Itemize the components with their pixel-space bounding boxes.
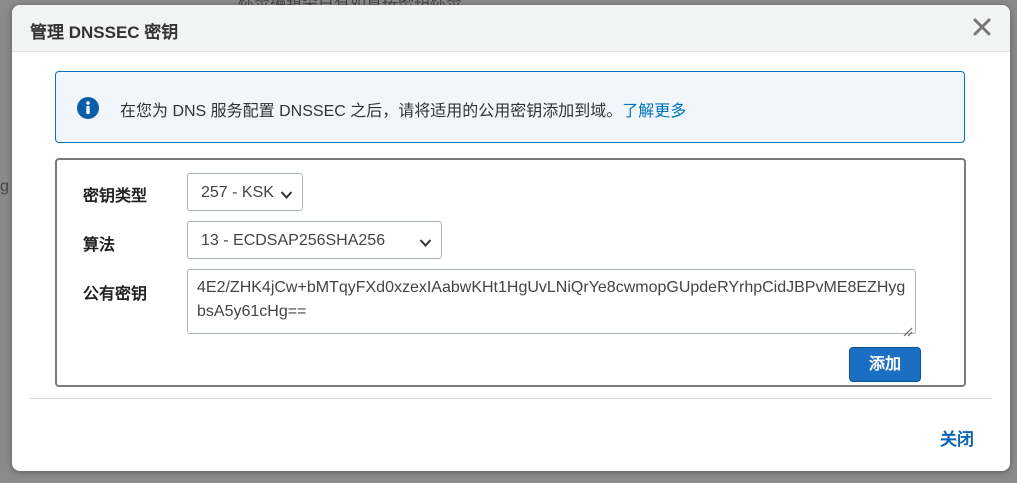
key-type-value: 257 - KSK [201, 184, 274, 201]
key-type-select[interactable]: 257 - KSK [187, 173, 303, 211]
key-type-label: 密钥类型 [83, 188, 148, 205]
algorithm-value: 13 - ECDSAP256SHA256 [201, 232, 386, 249]
learn-more-link[interactable]: 了解更多 [622, 103, 686, 120]
info-alert: 在您为 DNS 服务配置 DNSSEC 之后，请将适用的公用密钥添加到域。了解更… [55, 71, 965, 143]
resize-handle-icon[interactable] [903, 321, 913, 337]
algorithm-select[interactable]: 13 - ECDSAP256SHA256 [187, 221, 442, 259]
close-x-icon[interactable] [968, 13, 996, 41]
public-key-value: 4E2/ZHK4jCw+bMTqyFXd0xzexIAabwKHt1HgUvLN… [197, 279, 906, 320]
add-button[interactable]: 添加 [849, 347, 921, 382]
chevron-down-icon [280, 187, 293, 199]
dialog-header: 管理 DNSSEC 密钥 [12, 5, 1010, 52]
algorithm-label: 算法 [83, 237, 116, 254]
manage-dnssec-keys-dialog: 管理 DNSSEC 密钥 在您为 DNS 服务配置 DNSSEC 之后，请将适用… [12, 5, 1010, 471]
footer-divider [30, 398, 992, 399]
background-text-left: g [0, 178, 9, 195]
dialog-title: 管理 DNSSEC 密钥 [30, 23, 179, 42]
info-circle-icon [76, 96, 100, 120]
public-key-label: 公有密钥 [83, 286, 148, 303]
chevron-down-icon [419, 235, 432, 247]
close-button[interactable]: 关闭 [940, 425, 974, 450]
info-message-text: 在您为 DNS 服务配置 DNSSEC 之后，请将适用的公用密钥添加到域。 [120, 103, 623, 120]
info-message: 在您为 DNS 服务配置 DNSSEC 之后，请将适用的公用密钥添加到域。了解更… [120, 97, 686, 121]
public-key-textarea[interactable]: 4E2/ZHK4jCw+bMTqyFXd0xzexIAabwKHt1HgUvLN… [187, 269, 916, 337]
add-key-form: 密钥类型 257 - KSK 算法 13 - ECDSAP256SHA256 公… [55, 158, 966, 387]
